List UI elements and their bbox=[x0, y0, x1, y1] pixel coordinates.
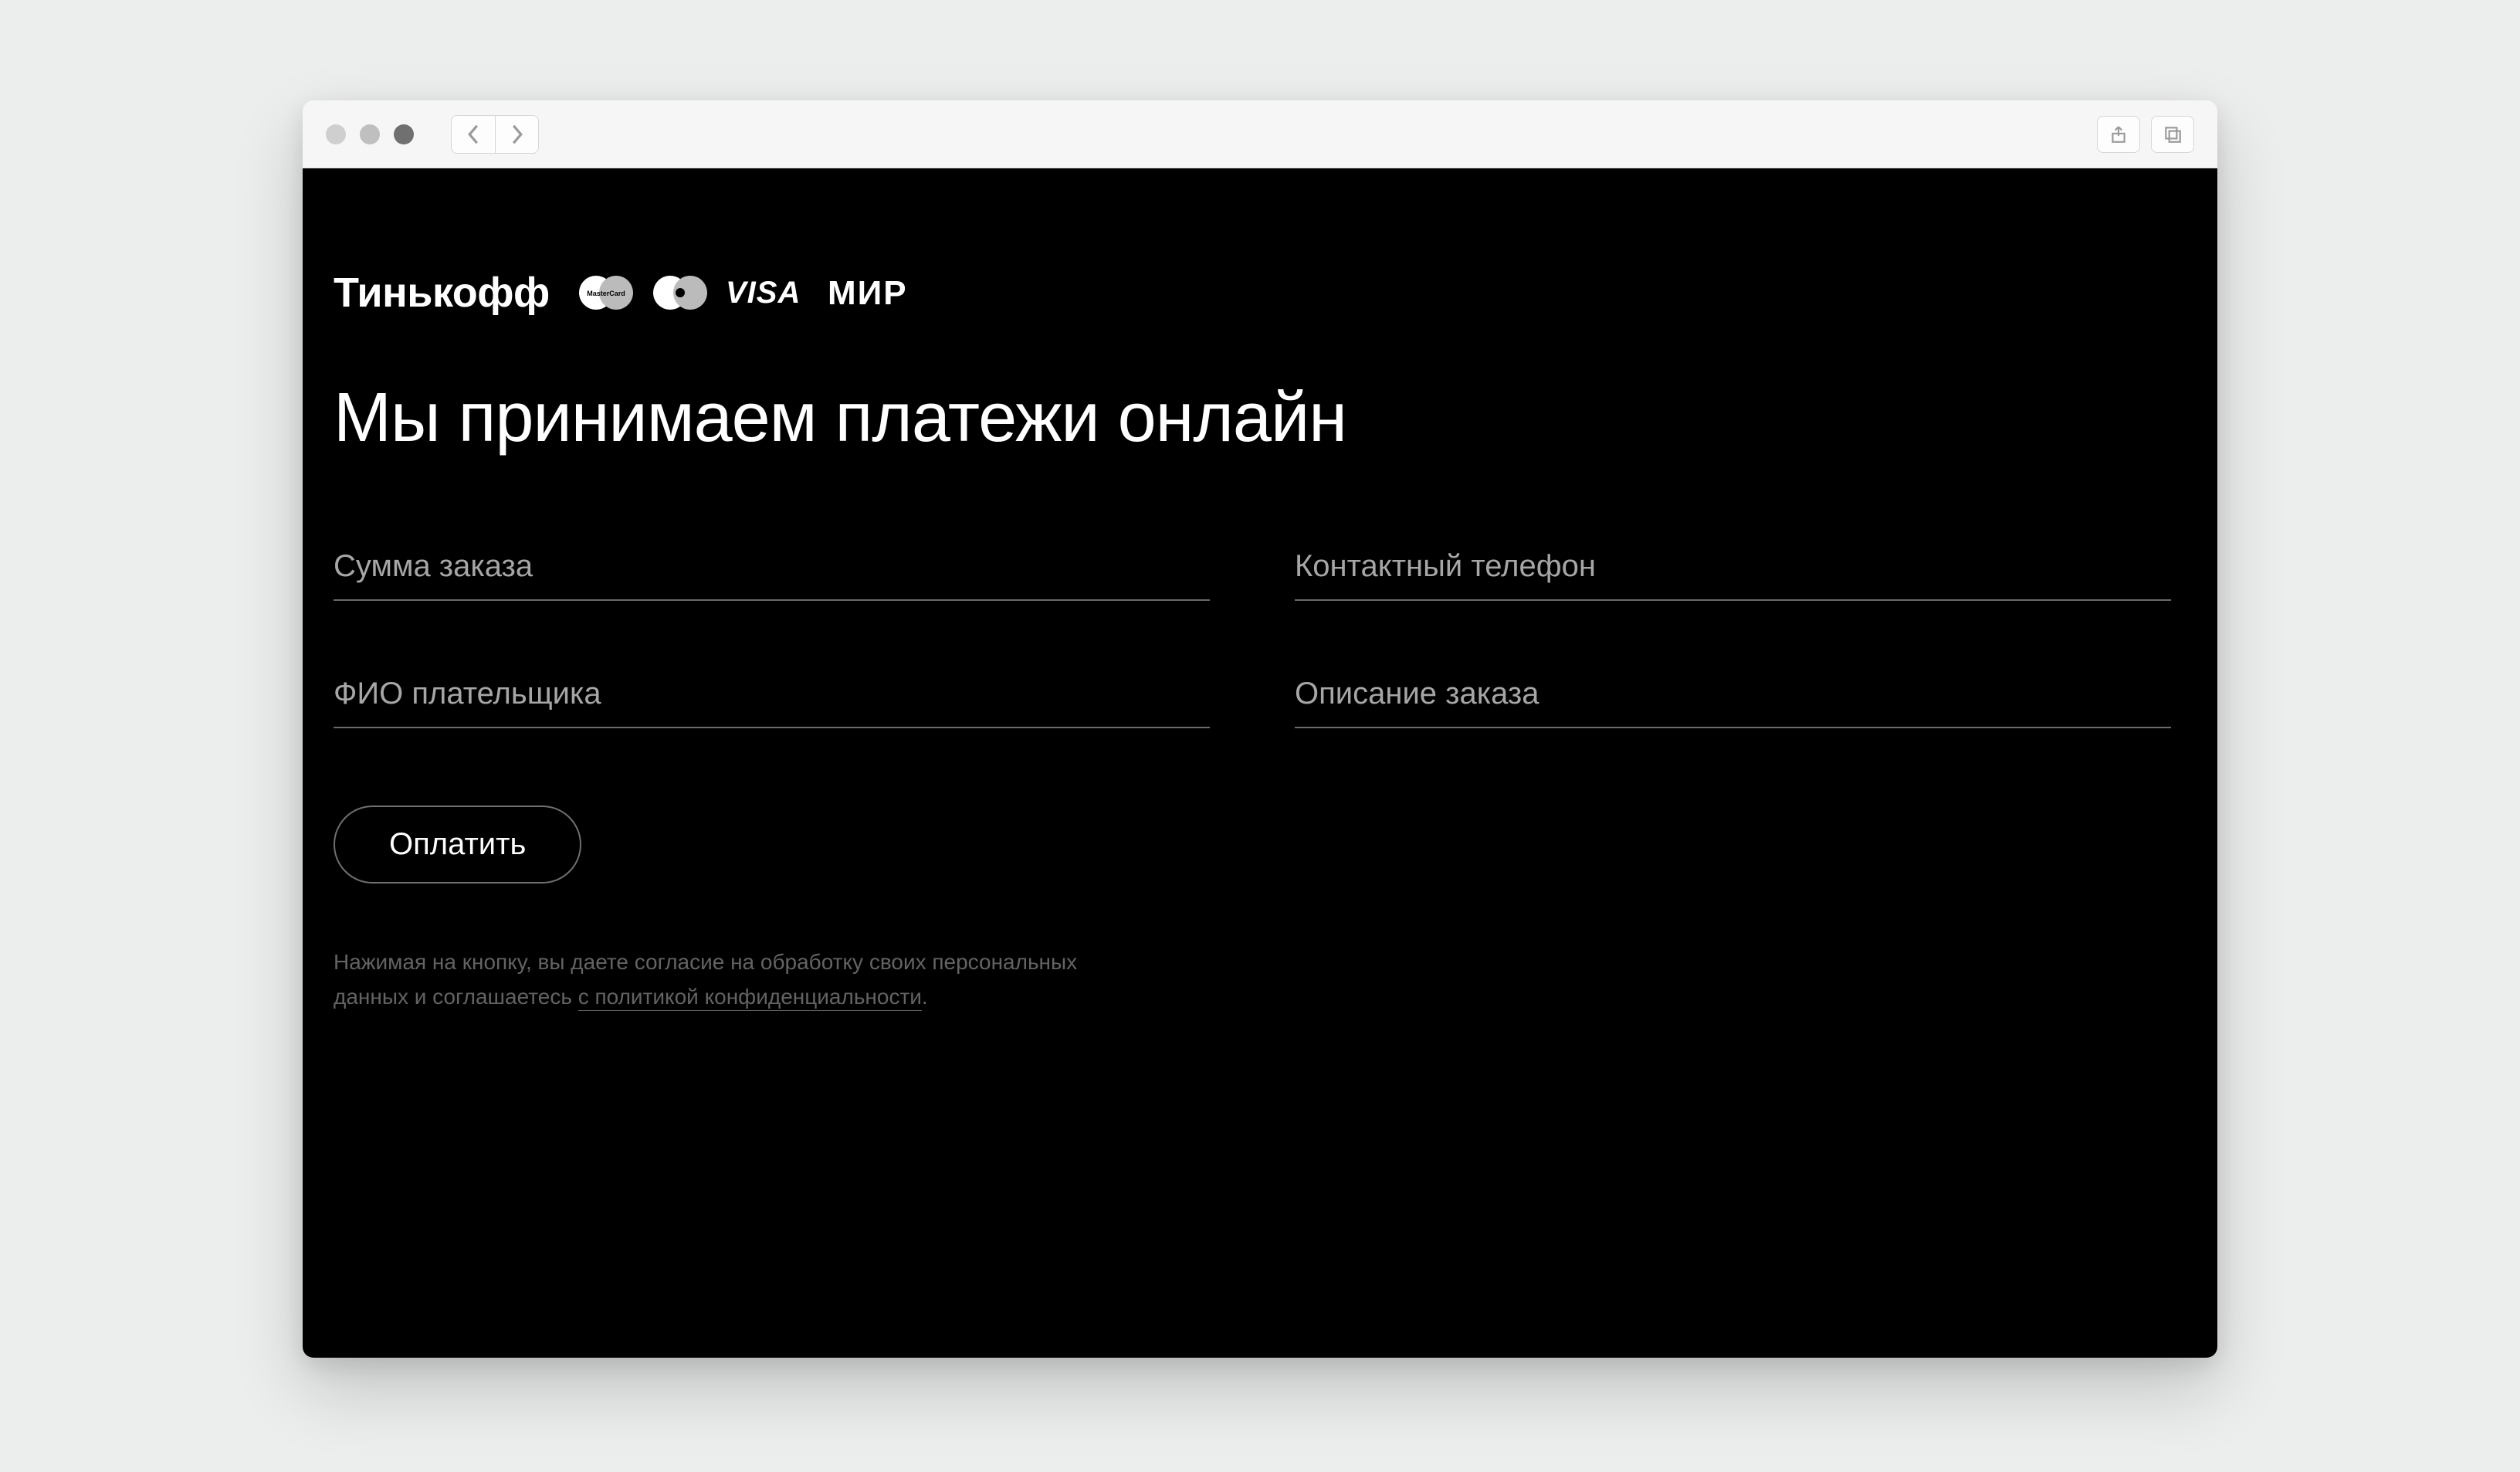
mastercard-icon: MasterCard bbox=[578, 275, 635, 310]
nav-back-button[interactable] bbox=[452, 116, 495, 153]
window-controls bbox=[326, 124, 414, 144]
visa-icon: VISA bbox=[726, 275, 811, 310]
maestro-icon bbox=[652, 275, 709, 310]
chevron-left-icon bbox=[467, 124, 479, 144]
window-minimize-button[interactable] bbox=[360, 124, 380, 144]
tabs-icon bbox=[2163, 124, 2183, 144]
payer-name-field-wrap bbox=[334, 670, 1210, 728]
tabs-button[interactable] bbox=[2151, 116, 2194, 153]
window-maximize-button[interactable] bbox=[394, 124, 414, 144]
svg-text:VISA: VISA bbox=[726, 276, 801, 310]
description-field-wrap bbox=[1295, 670, 2171, 728]
browser-window: Тинькофф MasterCard VISA МИР bbox=[303, 100, 2217, 1358]
share-icon bbox=[2108, 124, 2129, 144]
amount-input[interactable] bbox=[334, 543, 1210, 601]
payment-form bbox=[334, 543, 2171, 728]
payer-name-input[interactable] bbox=[334, 670, 1210, 728]
nav-buttons bbox=[451, 115, 539, 154]
titlebar-right bbox=[2097, 116, 2194, 153]
amount-field-wrap bbox=[334, 543, 1210, 601]
browser-titlebar bbox=[303, 100, 2217, 168]
window-close-button[interactable] bbox=[326, 124, 346, 144]
logo-row: Тинькофф MasterCard VISA МИР bbox=[334, 269, 2186, 317]
svg-text:МИР: МИР bbox=[828, 275, 908, 310]
consent-text: Нажимая на кнопку, вы даете согласие на … bbox=[334, 945, 1152, 1015]
tinkoff-logo: Тинькофф bbox=[334, 269, 550, 317]
privacy-policy-link[interactable]: с политикой конфиденциальности bbox=[578, 985, 922, 1011]
mir-icon: МИР bbox=[828, 275, 936, 310]
nav-forward-button[interactable] bbox=[495, 116, 538, 153]
svg-text:MasterCard: MasterCard bbox=[587, 290, 625, 297]
page-title: Мы принимаем платежи онлайн bbox=[334, 378, 2186, 458]
consent-suffix: . bbox=[922, 985, 928, 1009]
payment-page: Тинькофф MasterCard VISA МИР bbox=[303, 168, 2217, 1358]
card-logos: MasterCard VISA МИР bbox=[578, 275, 936, 310]
share-button[interactable] bbox=[2097, 116, 2140, 153]
phone-field-wrap bbox=[1295, 543, 2171, 601]
pay-button[interactable]: Оплатить bbox=[334, 806, 581, 884]
chevron-right-icon bbox=[511, 124, 523, 144]
phone-input[interactable] bbox=[1295, 543, 2171, 601]
description-input[interactable] bbox=[1295, 670, 2171, 728]
